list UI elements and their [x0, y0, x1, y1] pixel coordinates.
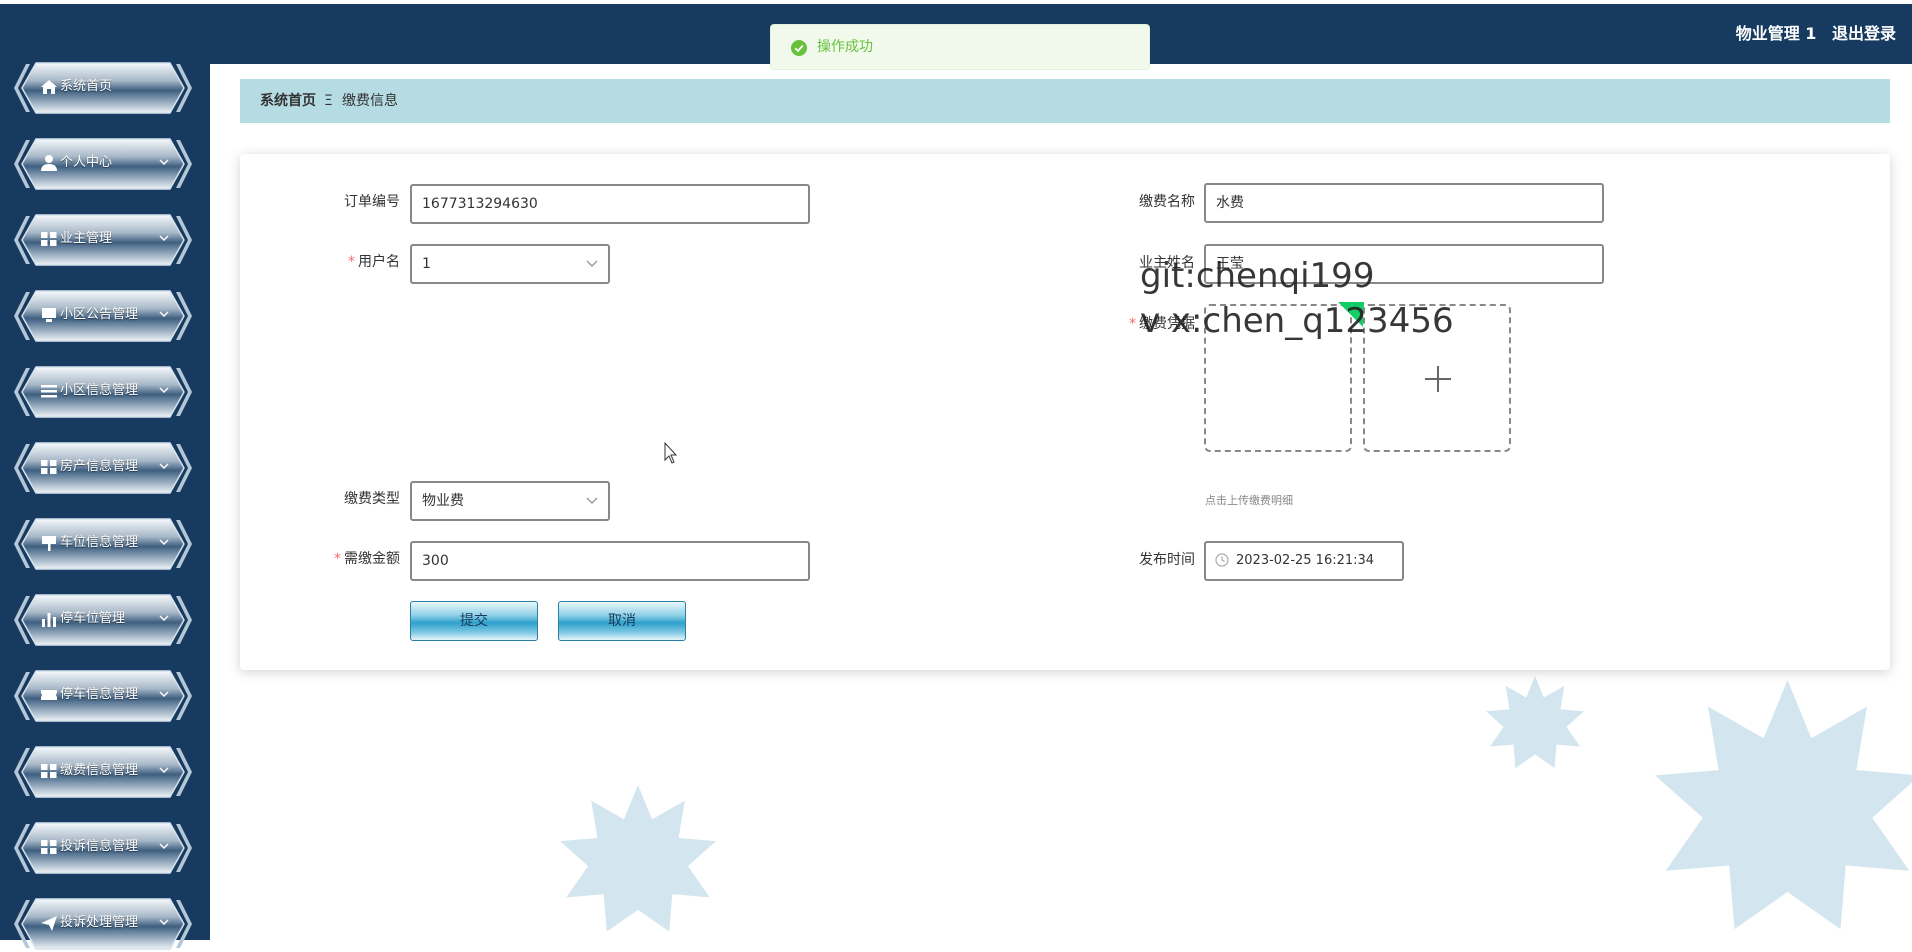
monitor-icon [42, 308, 56, 322]
send-icon [41, 916, 57, 931]
sidebar-item-label: 个人中心 [60, 155, 113, 170]
watermark-line2: v x:chen_q123456 [1140, 301, 1454, 341]
home-icon [41, 80, 57, 94]
sidebar-item-label: 小区信息管理 [60, 383, 139, 398]
breadcrumb-home[interactable]: 系统首页 [260, 79, 316, 123]
grid-icon [41, 460, 57, 474]
chevron-down-icon [159, 387, 169, 393]
grid-icon [41, 764, 57, 778]
chevron-down-icon [159, 615, 169, 621]
fee-name-label: 缴费名称 [1139, 194, 1195, 210]
breadcrumb-separator: Ξ [324, 93, 333, 109]
check-circle-icon [791, 40, 807, 56]
fee-type-label: 缴费类型 [344, 491, 400, 507]
chevron-down-icon [159, 235, 169, 241]
breadcrumb: 系统首页 Ξ 缴费信息 [240, 79, 1890, 123]
publish-time-label: 发布时间 [1139, 552, 1195, 568]
breadcrumb-current: 缴费信息 [342, 93, 398, 109]
sidebar: 系统首页个人中心业主管理小区公告管理 小区信息管理 房产信息管理 车位信息管理 停车位管… [0, 4, 210, 950]
bar-chart-icon [42, 613, 56, 627]
chevron-down-icon [159, 159, 169, 165]
chevron-down-icon [159, 311, 169, 317]
decorative-star [1655, 680, 1912, 930]
header-user-area: 物业管理 1 退出登录 [1726, 4, 1896, 64]
sidebar-item-label: 停车位管理 [60, 611, 126, 626]
sidebar-item-label: 投诉处理管理 [60, 915, 139, 930]
sidebar-item-label: 投诉信息管理 [60, 839, 139, 854]
username-label: * 用户名 [348, 254, 400, 270]
chevron-down-icon [159, 539, 169, 545]
sidebar-item[interactable]: 车位信息管理 [14, 516, 192, 572]
chevron-down-icon [159, 463, 169, 469]
sidebar-item-label: 缴费信息管理 [60, 763, 139, 778]
chevron-down-icon [159, 767, 169, 773]
sidebar-item[interactable]: 投诉处理管理 [14, 896, 192, 952]
logout-link[interactable]: 退出登录 [1832, 24, 1896, 43]
submit-button[interactable]: 提交 [410, 601, 538, 641]
chevron-down-icon [159, 843, 169, 849]
sidebar-item[interactable]: 个人中心 [14, 136, 192, 192]
amount-label: * 需缴金额 [334, 551, 400, 567]
sidebar-item[interactable]: 停车位管理 [14, 592, 192, 648]
mouse-cursor-icon [664, 442, 678, 464]
sidebar-item[interactable]: 小区公告管理 [14, 288, 192, 344]
publish-time-value: 2023-02-25 16:21:34 [1236, 553, 1375, 568]
chevron-down-icon [586, 260, 598, 267]
sign-icon [42, 536, 56, 551]
grid-icon [41, 232, 57, 246]
chevron-down-icon [586, 497, 598, 504]
cancel-button[interactable]: 取消 [558, 601, 686, 641]
sidebar-item[interactable]: 缴费信息管理 [14, 744, 192, 800]
sidebar-item-label: 停车信息管理 [60, 687, 139, 702]
sidebar-item[interactable]: 业主管理 [14, 212, 192, 268]
sidebar-item-label: 房产信息管理 [60, 459, 139, 474]
username-select[interactable]: 1 [410, 244, 610, 284]
sidebar-item-label: 车位信息管理 [60, 535, 139, 550]
sidebar-item[interactable]: 小区信息管理 [14, 364, 192, 420]
sidebar-item-label: 系统首页 [60, 79, 113, 94]
upload-hint: 点击上传缴费明细 [1205, 494, 1293, 507]
fee-type-value: 物业费 [422, 493, 464, 509]
fee-form-card: 订单编号 1677313294630 * 用户名 1 缴费类型 物业费 * 需缴金额… [240, 154, 1890, 670]
sidebar-item[interactable]: 房产信息管理 [14, 440, 192, 496]
amount-input[interactable]: 300 [410, 541, 810, 581]
order-no-label: 订单编号 [344, 194, 400, 210]
chevron-down-icon [159, 691, 169, 697]
publish-time-picker[interactable]: 2023-02-25 16:21:34 [1204, 541, 1404, 581]
list-icon [41, 385, 57, 398]
sidebar-item[interactable]: 投诉信息管理 [14, 820, 192, 876]
clock-icon [1215, 553, 1229, 567]
sidebar-item-label: 业主管理 [60, 231, 113, 246]
chevron-down-icon [159, 919, 169, 925]
ticket-icon [41, 690, 57, 700]
current-user: 物业管理 1 [1735, 24, 1817, 43]
sidebar-item[interactable]: 系统首页 [14, 60, 192, 116]
plus-icon [1425, 366, 1451, 392]
watermark-line1: git:chenqi199 [1140, 256, 1375, 296]
order-no-input[interactable]: 1677313294630 [410, 184, 810, 224]
grid-icon [41, 840, 57, 854]
decorative-star [560, 785, 716, 932]
toast-message: 操作成功 [817, 39, 873, 55]
username-value: 1 [422, 256, 431, 272]
sidebar-item-label: 小区公告管理 [60, 307, 139, 322]
sidebar-item[interactable]: 停车信息管理 [14, 668, 192, 724]
user-icon [41, 155, 57, 171]
success-toast: 操作成功 [770, 24, 1150, 70]
fee-name-input[interactable]: 水费 [1204, 183, 1604, 223]
decorative-star [1486, 676, 1584, 769]
fee-type-select[interactable]: 物业费 [410, 481, 610, 521]
